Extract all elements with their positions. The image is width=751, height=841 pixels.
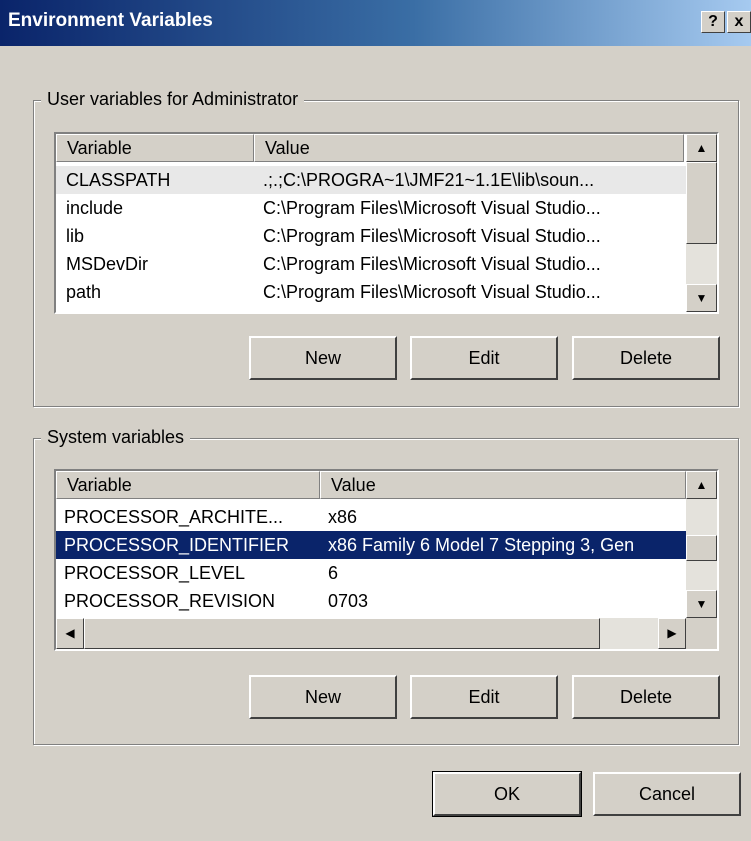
- variable-value: 0703: [328, 591, 369, 611]
- variable-value: C:\Program Files\Microsoft Visual Studio…: [263, 282, 601, 302]
- variable-value: .;.;C:\PROGRA~1\JMF21~1.1E\lib\soun...: [263, 170, 595, 190]
- scroll-left-icon[interactable]: ◀: [56, 618, 84, 649]
- scroll-thumb[interactable]: [84, 618, 600, 649]
- scroll-corner: [686, 618, 717, 649]
- variable-name: lib: [66, 226, 85, 246]
- list-item[interactable]: CLASSPATH .;.;C:\PROGRA~1\JMF21~1.1E\lib…: [56, 166, 686, 194]
- variable-name: MSDevDir: [66, 254, 149, 274]
- scroll-thumb[interactable]: [686, 162, 717, 244]
- help-button[interactable]: ?: [701, 11, 725, 33]
- variable-value: x86: [328, 507, 358, 527]
- environment-variables-dialog: Environment Variables ? x User variables…: [0, 0, 751, 841]
- scroll-down-icon[interactable]: ▼: [686, 590, 717, 618]
- scroll-up-icon[interactable]: ▲: [686, 471, 717, 499]
- column-header-value[interactable]: Value: [320, 471, 686, 499]
- list-item[interactable]: MSDevDir C:\Program Files\Microsoft Visu…: [56, 250, 686, 278]
- variable-value: C:\Program Files\Microsoft Visual Studio…: [263, 254, 601, 274]
- vertical-scrollbar[interactable]: ▲ ▼: [686, 471, 717, 618]
- variable-name: PROCESSOR_REVISION: [64, 591, 276, 611]
- scroll-up-icon[interactable]: ▲: [686, 134, 717, 162]
- variable-name: PROCESSOR_LEVEL: [64, 563, 246, 583]
- variable-value: x86 Family 6 Model 7 Stepping 3, Gen: [328, 535, 635, 555]
- variable-name: PROCESSOR_IDENTIFIER: [64, 535, 290, 555]
- variable-name: CLASSPATH: [66, 170, 171, 190]
- scroll-thumb[interactable]: [686, 535, 717, 561]
- column-header-value[interactable]: Value: [254, 134, 684, 162]
- column-header-variable[interactable]: Variable: [56, 471, 320, 499]
- system-delete-button[interactable]: Delete: [572, 675, 720, 719]
- variable-value: C:\Program Files\Microsoft Visual Studio…: [263, 198, 601, 218]
- system-variables-list[interactable]: Variable Value PROCESSOR_ARCHITE... x86 …: [54, 469, 719, 651]
- list-item[interactable]: include C:\Program Files\Microsoft Visua…: [56, 194, 686, 222]
- list-item[interactable]: path C:\Program Files\Microsoft Visual S…: [56, 278, 686, 306]
- vertical-scrollbar[interactable]: ▲ ▼: [686, 134, 717, 312]
- list-item[interactable]: PROCESSOR_ARCHITE... x86: [56, 503, 686, 531]
- list-item-selected[interactable]: PROCESSOR_IDENTIFIER x86 Family 6 Model …: [56, 531, 686, 559]
- window-title: Environment Variables: [8, 10, 213, 31]
- list-item[interactable]: PROCESSOR_LEVEL 6: [56, 559, 686, 587]
- scroll-down-icon[interactable]: ▼: [686, 284, 717, 312]
- variable-name: PROCESSOR_ARCHITE...: [64, 507, 284, 527]
- user-delete-button[interactable]: Delete: [572, 336, 720, 380]
- column-header-variable[interactable]: Variable: [56, 134, 254, 162]
- scroll-right-icon[interactable]: ▶: [658, 618, 686, 649]
- title-bar[interactable]: Environment Variables ? x: [0, 0, 751, 46]
- user-edit-button[interactable]: Edit: [410, 336, 558, 380]
- variable-name: include: [66, 198, 124, 218]
- ok-button[interactable]: OK: [432, 771, 582, 817]
- user-variables-label: User variables for Administrator: [41, 89, 305, 110]
- system-edit-button[interactable]: Edit: [410, 675, 558, 719]
- cancel-button[interactable]: Cancel: [593, 772, 741, 816]
- user-new-button[interactable]: New: [249, 336, 397, 380]
- variable-name: path: [66, 282, 102, 302]
- list-item[interactable]: lib C:\Program Files\Microsoft Visual St…: [56, 222, 686, 250]
- system-variables-label: System variables: [41, 427, 191, 448]
- close-button[interactable]: x: [727, 11, 751, 33]
- variable-value: 6: [328, 563, 339, 583]
- list-item[interactable]: PROCESSOR_REVISION 0703: [56, 587, 686, 615]
- user-variables-list[interactable]: Variable Value CLASSPATH .;.;C:\PROGRA~1…: [54, 132, 719, 314]
- horizontal-scrollbar[interactable]: ◀ ▶: [56, 618, 686, 649]
- variable-value: C:\Program Files\Microsoft Visual Studio…: [263, 226, 601, 246]
- system-new-button[interactable]: New: [249, 675, 397, 719]
